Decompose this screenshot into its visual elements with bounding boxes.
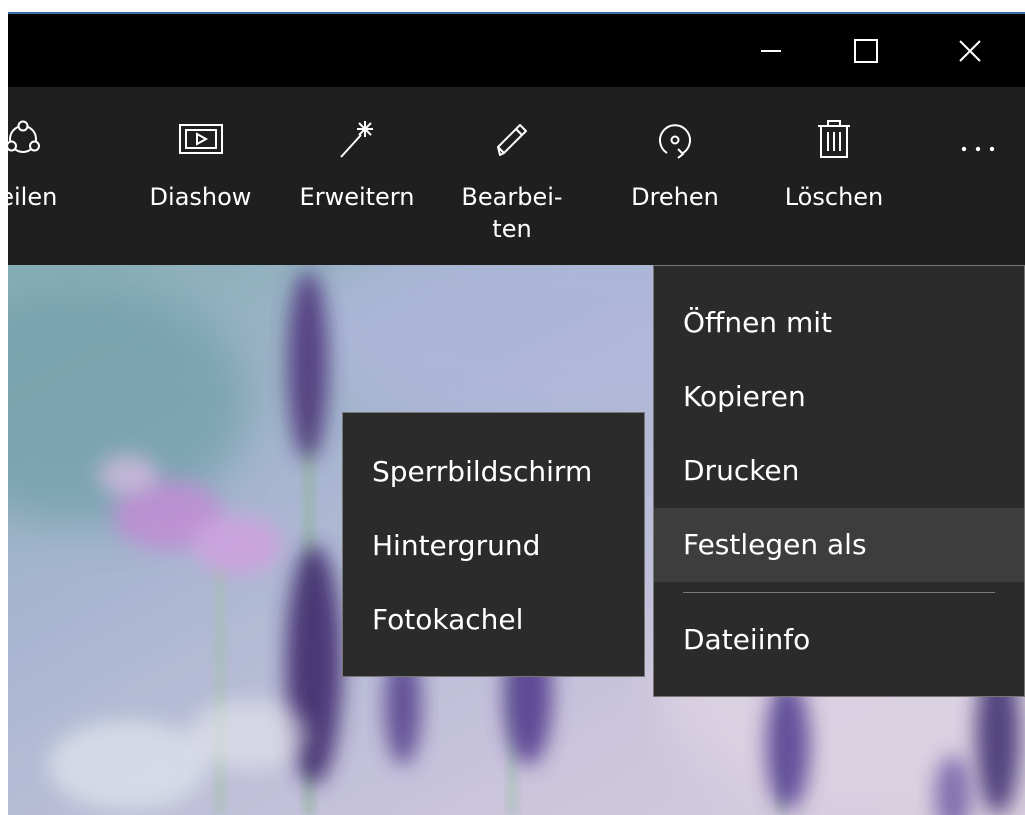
submenu-item-photo-tile[interactable]: Fotokachel (343, 583, 644, 657)
maximize-icon (854, 38, 878, 63)
submenu-item-background[interactable]: Hintergrund (343, 509, 644, 583)
photos-app-window: Teilen Diashow (8, 12, 1025, 815)
edit-label: Bearbei- ten (461, 183, 563, 243)
magic-wand-icon (340, 121, 373, 158)
slideshow-label: Diashow (149, 183, 252, 211)
rotate-label: Drehen (631, 183, 719, 211)
close-icon (959, 39, 981, 62)
enhance-button[interactable]: Erweitern (296, 87, 418, 265)
command-bar: Teilen Diashow (8, 87, 1025, 265)
trash-icon (818, 120, 850, 158)
menu-item-copy[interactable]: Kopieren (654, 360, 1024, 434)
more-icon (961, 146, 995, 152)
share-icon (8, 120, 40, 153)
more-options-button[interactable] (943, 87, 1013, 265)
more-options-menu: Öffnen mit Kopieren Drucken Festlegen al… (653, 265, 1025, 697)
delete-label: Löschen (784, 183, 884, 211)
close-button[interactable] (925, 14, 1015, 87)
menu-item-set-as[interactable]: Festlegen als (654, 508, 1024, 582)
slideshow-button[interactable]: Diashow (143, 87, 258, 265)
title-bar (8, 14, 1025, 87)
minimize-icon (761, 49, 781, 52)
edit-button[interactable]: Bearbei- ten (453, 87, 571, 265)
maximize-button[interactable] (821, 14, 911, 87)
share-button[interactable]: Teilen (8, 87, 78, 265)
slideshow-icon (178, 124, 223, 154)
share-label: Teilen (8, 183, 58, 211)
set-as-submenu: Sperrbildschirm Hintergrund Fotokachel (342, 412, 645, 677)
minimize-button[interactable] (726, 14, 816, 87)
submenu-item-lock-screen[interactable]: Sperrbildschirm (343, 435, 644, 509)
delete-button[interactable]: Löschen (775, 87, 893, 265)
pencil-icon (497, 124, 527, 156)
rotate-button[interactable]: Drehen (620, 87, 730, 265)
enhance-label: Erweitern (299, 183, 415, 211)
menu-item-print[interactable]: Drucken (654, 434, 1024, 508)
menu-separator (683, 592, 995, 593)
rotate-icon (659, 124, 691, 159)
menu-item-open-with[interactable]: Öffnen mit (654, 286, 1024, 360)
menu-item-file-info[interactable]: Dateiinfo (654, 603, 1024, 677)
